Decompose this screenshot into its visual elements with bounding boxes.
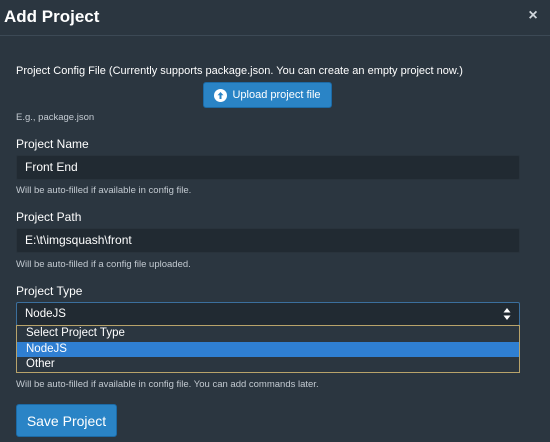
select-arrows-icon xyxy=(503,307,511,321)
project-type-dropdown: Select Project Type NodeJS Other xyxy=(16,325,520,373)
project-type-help: Will be auto-filled if available in conf… xyxy=(16,379,319,390)
add-project-dialog: Add Project × Project Config File (Curre… xyxy=(0,0,550,442)
project-path-input[interactable]: E:\t\imgsquash\front xyxy=(16,228,520,253)
close-icon[interactable]: × xyxy=(526,8,540,24)
project-name-input[interactable]: Front End xyxy=(16,155,520,180)
project-type-select[interactable]: NodeJS xyxy=(16,302,520,326)
project-name-label: Project Name xyxy=(16,137,89,151)
option-select-project-type[interactable]: Select Project Type xyxy=(17,326,519,341)
upload-project-file-button[interactable]: Upload project file xyxy=(203,82,332,108)
option-nodejs[interactable]: NodeJS xyxy=(17,342,519,357)
project-type-label: Project Type xyxy=(16,284,83,298)
option-other[interactable]: Other xyxy=(17,357,519,372)
upload-circle-icon xyxy=(214,88,228,102)
project-path-label: Project Path xyxy=(16,210,82,224)
dialog-title: Add Project xyxy=(4,7,100,26)
save-project-button[interactable]: Save Project xyxy=(16,404,117,437)
project-path-help: Will be auto-filled if a config file upl… xyxy=(16,259,191,270)
config-file-label: Project Config File (Currently supports … xyxy=(16,65,463,77)
upload-button-label: Upload project file xyxy=(232,89,321,101)
project-name-help: Will be auto-filled if available in conf… xyxy=(16,185,192,196)
config-file-hint: E.g., package.json xyxy=(16,112,95,123)
project-type-selected-value: NodeJS xyxy=(25,308,66,320)
dialog-header: Add Project × xyxy=(0,0,550,36)
